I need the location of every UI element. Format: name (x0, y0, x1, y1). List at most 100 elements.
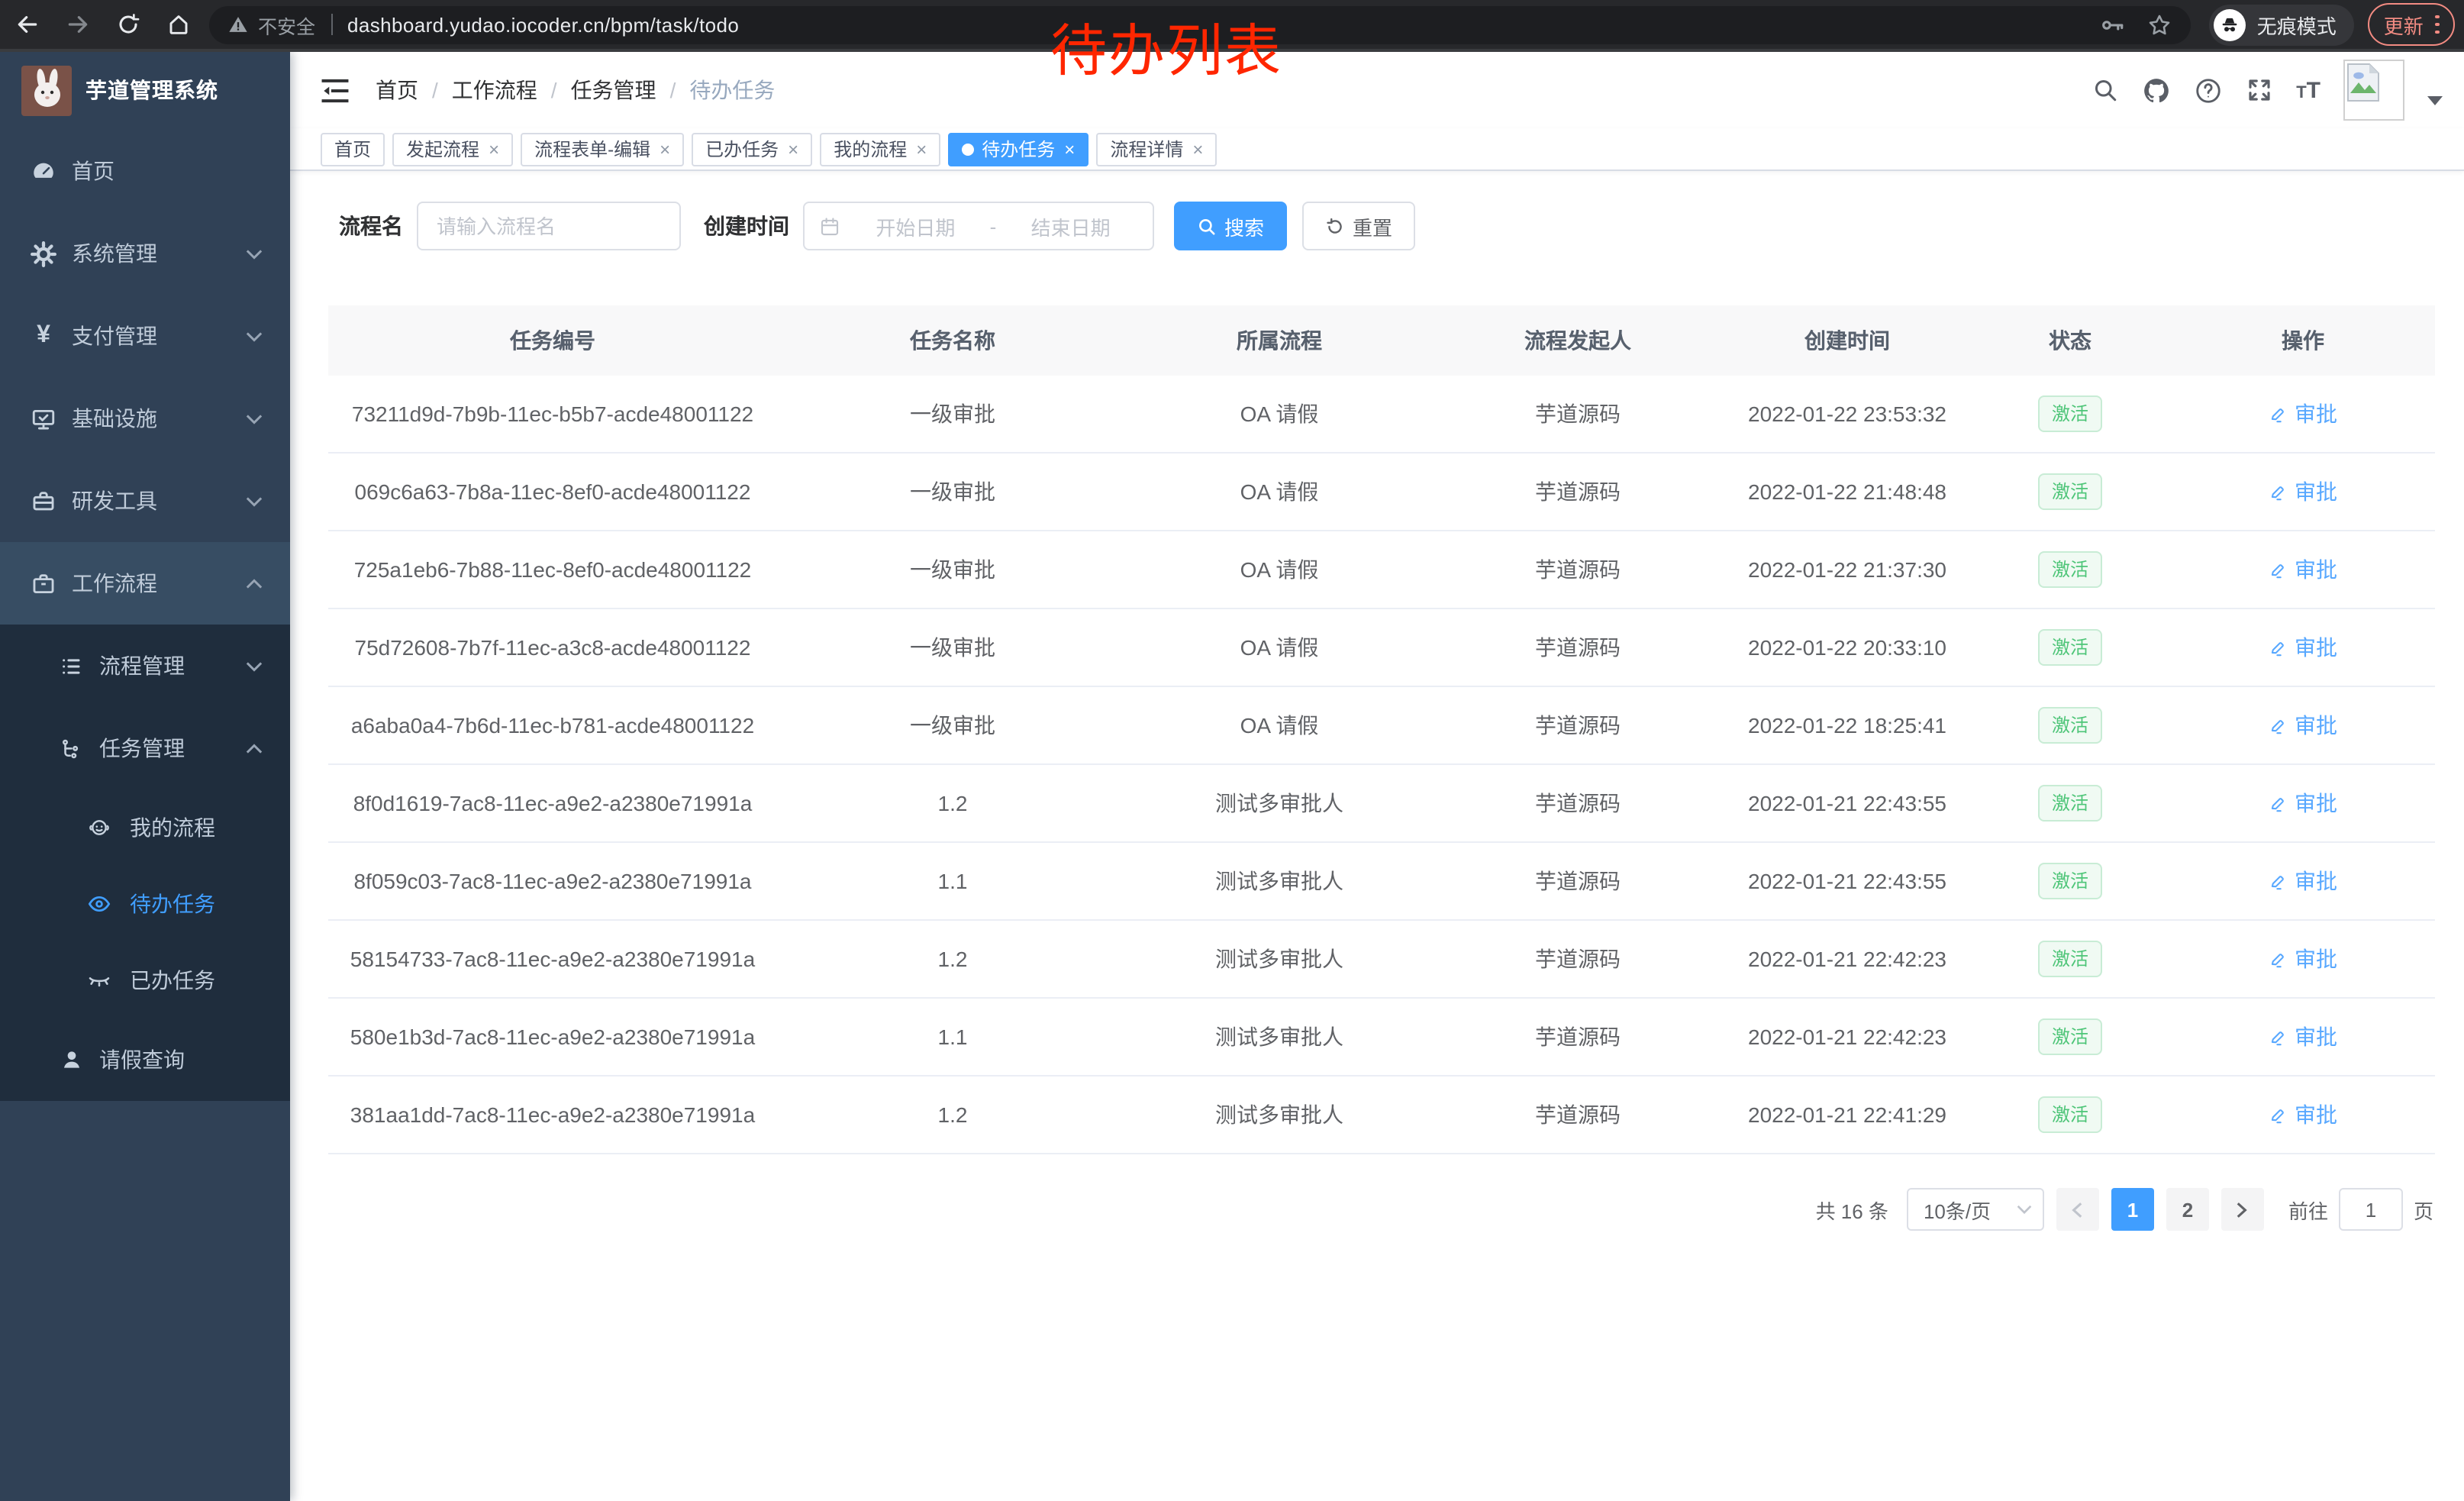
browser-back-button[interactable] (9, 6, 46, 43)
browser-home-button[interactable] (160, 6, 197, 43)
approve-button[interactable]: 审批 (2269, 788, 2337, 818)
font-size-icon[interactable]: TT (2296, 77, 2320, 103)
search-button[interactable]: 搜索 (1174, 202, 1287, 250)
tab-todo-tasks[interactable]: 待办任务× (948, 132, 1088, 166)
sidebar-item-my-process[interactable]: 我的流程 (0, 789, 290, 866)
reset-button[interactable]: 重置 (1302, 202, 1415, 250)
sidebar-item-infra[interactable]: 基础设施 (0, 377, 290, 460)
page-button-1[interactable]: 1 (2111, 1188, 2154, 1231)
next-page-button[interactable] (2221, 1188, 2264, 1231)
close-icon[interactable]: × (1192, 140, 1203, 158)
breadcrumb-home[interactable]: 首页 (376, 75, 418, 105)
screenshot-stage: 不安全 dashboard.yudao.iocoder.cn/bpm/task/… (0, 0, 2464, 1501)
avatar[interactable] (2343, 60, 2404, 121)
tab-done-tasks[interactable]: 已办任务× (692, 132, 812, 166)
tab-form-edit[interactable]: 流程表单-编辑× (521, 132, 684, 166)
cell-process: 测试多审批人 (1128, 998, 1430, 1076)
pagination: 共 16 条 10条/页 1 2 前往 页 (290, 1188, 2433, 1231)
github-icon[interactable] (2142, 76, 2171, 105)
sidebar-item-todo-tasks[interactable]: 待办任务 (0, 866, 290, 942)
sidebar-item-task-mgmt[interactable]: 任务管理 (0, 707, 290, 789)
sidebar-item-home[interactable]: 首页 (0, 130, 290, 212)
browser-update-button[interactable]: 更新 (2369, 3, 2455, 46)
sidebar-item-payment[interactable]: ¥ 支付管理 (0, 295, 290, 377)
workflow-submenu: 流程管理 任务管理 我的流程 (0, 625, 290, 1101)
tab-my-process[interactable]: 我的流程× (820, 132, 940, 166)
close-icon[interactable]: × (489, 140, 499, 158)
main-content: 首页 / 工作流程 / 任务管理 / 待办任务 TT 首页 (290, 52, 2464, 1501)
monitor-icon (31, 405, 56, 431)
status-badge: 激活 (2038, 863, 2102, 899)
goto-label: 前往 (2288, 1195, 2328, 1224)
approve-button[interactable]: 审批 (2269, 1022, 2337, 1052)
approve-button[interactable]: 审批 (2269, 944, 2337, 974)
sidebar-item-system[interactable]: 系统管理 (0, 212, 290, 295)
list-icon (58, 654, 84, 677)
sidebar-collapse-icon[interactable] (321, 77, 350, 103)
fullscreen-icon[interactable] (2246, 76, 2273, 104)
breadcrumb-workflow[interactable]: 工作流程 (452, 75, 537, 105)
sidebar-item-label: 我的流程 (130, 812, 215, 843)
cell-task-name: 1.1 (777, 998, 1128, 1076)
sidebar-item-process-mgmt[interactable]: 流程管理 (0, 625, 290, 707)
chevron-down-icon (2017, 1205, 2032, 1214)
col-task-name: 任务名称 (777, 305, 1128, 376)
browser-menu-icon[interactable] (2436, 15, 2440, 34)
close-icon[interactable]: × (916, 140, 927, 158)
sidebar-item-label: 系统管理 (72, 238, 157, 269)
caret-down-icon[interactable] (2427, 96, 2443, 105)
table-row: 069c6a63-7b8a-11ec-8ef0-acde48001122 一级审… (328, 453, 2435, 531)
table-row: 58154733-7ac8-11ec-a9e2-a2380e71991a 1.2… (328, 920, 2435, 998)
cell-process: OA 请假 (1128, 531, 1430, 608)
tab-home[interactable]: 首页 (321, 132, 385, 166)
close-icon[interactable]: × (660, 140, 670, 158)
breadcrumb-current: 待办任务 (689, 75, 775, 105)
bookmark-star-icon[interactable] (2147, 11, 2173, 37)
approve-button[interactable]: 审批 (2269, 632, 2337, 663)
breadcrumb-task-mgmt[interactable]: 任务管理 (571, 75, 656, 105)
approve-button[interactable]: 审批 (2269, 1099, 2337, 1130)
password-key-icon[interactable] (2100, 11, 2126, 37)
cell-task-name: 一级审批 (777, 376, 1128, 453)
page-size-select[interactable]: 10条/页 (1907, 1188, 2044, 1231)
sidebar-item-done-tasks[interactable]: 已办任务 (0, 942, 290, 1018)
sidebar-item-workflow[interactable]: 工作流程 (0, 542, 290, 625)
sidebar-item-label: 已办任务 (130, 965, 215, 996)
tab-start-process[interactable]: 发起流程× (392, 132, 513, 166)
date-range-picker[interactable]: 开始日期 - 结束日期 (803, 202, 1154, 250)
table-row: 381aa1dd-7ac8-11ec-a9e2-a2380e71991a 1.2… (328, 1076, 2435, 1154)
app-logo-row[interactable]: 芋道管理系统 (0, 52, 290, 128)
cell-process: OA 请假 (1128, 608, 1430, 686)
tab-process-detail[interactable]: 流程详情× (1096, 132, 1217, 166)
approve-button[interactable]: 审批 (2269, 554, 2337, 585)
cell-task-id: 75d72608-7b7f-11ec-a3c8-acde48001122 (328, 608, 777, 686)
search-icon (1197, 216, 1217, 236)
not-secure-warning-icon (227, 14, 249, 35)
close-icon[interactable]: × (1064, 140, 1075, 158)
sidebar-item-label: 工作流程 (72, 568, 157, 599)
chevron-left-icon (2072, 1201, 2083, 1218)
browser-forward-button[interactable] (60, 6, 96, 43)
approve-button[interactable]: 审批 (2269, 710, 2337, 741)
sidebar: 芋道管理系统 首页 系统管理 ¥ 支付管理 (0, 52, 290, 1501)
eye-closed-icon (85, 968, 111, 993)
help-icon[interactable] (2194, 76, 2223, 105)
browser-reload-button[interactable] (110, 6, 147, 43)
page-button-2[interactable]: 2 (2166, 1188, 2209, 1231)
cell-create-time: 2022-01-21 22:42:23 (1725, 998, 1969, 1076)
create-time-label: 创建时间 (704, 211, 789, 241)
edit-pencil-icon (2269, 1105, 2288, 1125)
prev-page-button[interactable] (2056, 1188, 2099, 1231)
close-icon[interactable]: × (788, 140, 798, 158)
approve-button[interactable]: 审批 (2269, 476, 2337, 507)
goto-page-input[interactable] (2339, 1188, 2403, 1231)
process-name-input[interactable] (417, 202, 681, 250)
sidebar-item-leave-query[interactable]: 请假查询 (0, 1018, 290, 1101)
search-icon[interactable] (2091, 76, 2119, 104)
sidebar-item-devtools[interactable]: 研发工具 (0, 460, 290, 542)
chevron-up-icon (246, 578, 263, 589)
approve-button[interactable]: 审批 (2269, 866, 2337, 896)
cell-task-name: 1.2 (777, 1076, 1128, 1154)
approve-button[interactable]: 审批 (2269, 399, 2337, 429)
update-label: 更新 (2384, 10, 2424, 39)
